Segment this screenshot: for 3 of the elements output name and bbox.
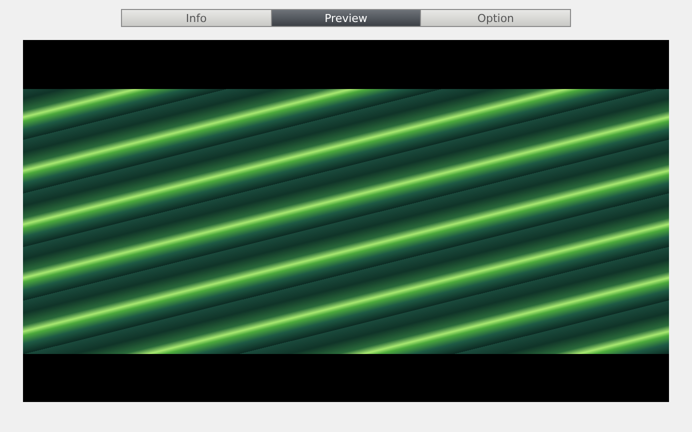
tab[interactable]: Info bbox=[122, 10, 272, 26]
tab[interactable]: Preview bbox=[272, 10, 422, 26]
tab[interactable]: Option bbox=[421, 10, 570, 26]
